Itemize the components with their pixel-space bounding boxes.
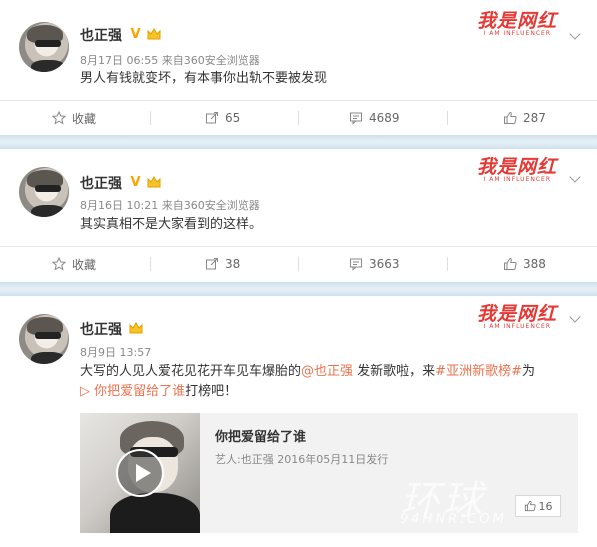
member-crown-icon (147, 176, 161, 188)
repost-icon (206, 112, 218, 124)
post-date[interactable]: 8月9日 13:57 (80, 346, 151, 359)
divider (150, 111, 151, 125)
thumbs-up-icon (504, 257, 517, 270)
favorite-button[interactable]: 收藏 (52, 247, 96, 281)
post-source[interactable]: 360安全浏览器 (184, 199, 260, 212)
post-meta: 8月9日 13:57 (80, 344, 151, 360)
watermark-logo: 我是网红 (476, 303, 557, 325)
post-text-part: 大写的人见人爱花见花开车见车爆胎的 (80, 364, 302, 379)
favorite-label: 收藏 (72, 111, 97, 126)
album-cover[interactable] (80, 413, 200, 533)
comment-count: 4689 (369, 111, 400, 125)
mention-link[interactable]: @也正强 (301, 364, 353, 379)
post-text: 男人有钱就变坏，有本事你出轨不要被发现 (80, 71, 328, 86)
star-icon (52, 111, 66, 125)
like-count: 287 (523, 111, 546, 125)
play-icon[interactable] (116, 449, 164, 497)
avatar[interactable] (19, 314, 69, 364)
verified-badge-icon: V (130, 27, 141, 42)
avatar[interactable] (19, 167, 69, 217)
divider (298, 111, 299, 125)
post-date[interactable]: 8月17日 06:55 (80, 54, 158, 67)
watermark-logo-sub: I AM INFLUENCER (483, 323, 551, 330)
post-text-part: 发新歌啦，来 (353, 364, 436, 379)
post-text-part: 打榜吧！ (185, 384, 238, 399)
post-text: 大写的人见人爱花见花开车见车爆胎的@也正强 发新歌啦，来#亚洲新歌榜#为 ▷ 你… (80, 362, 570, 402)
music-like-count: 16 (538, 499, 553, 513)
watermark-logo-sub: I AM INFLUENCER (483, 30, 551, 37)
repost-count: 65 (225, 111, 241, 125)
member-crown-icon (129, 322, 143, 334)
music-like-button[interactable]: 16 (515, 495, 561, 517)
comment-count: 3663 (369, 257, 400, 271)
hashtag-link[interactable]: #亚洲新歌榜# (435, 364, 522, 379)
watermark-logo-sub: I AM INFLUENCER (483, 176, 551, 183)
favorite-button[interactable]: 收藏 (52, 101, 96, 135)
watermark-logo: 我是网红 (476, 156, 557, 178)
divider (150, 257, 151, 271)
author-name[interactable]: 也正强 (80, 173, 122, 193)
thumbs-up-icon (504, 111, 517, 124)
chevron-down-icon[interactable] (569, 171, 581, 183)
song-title[interactable]: 你把爱留给了谁 (215, 426, 306, 445)
like-button[interactable]: 287 (503, 101, 546, 135)
action-bar: 收藏 65 4689 287 (0, 100, 597, 134)
source-prefix: 来自 (161, 54, 184, 67)
weibo-post-1: 也正强 V 8月17日 06:55 来自360安全浏览器 男人有钱就变坏，有本事… (0, 0, 597, 135)
divider (298, 257, 299, 271)
repost-count: 38 (225, 257, 241, 271)
song-link[interactable]: ▷ 你把爱留给了谁 (80, 384, 185, 399)
chevron-down-icon[interactable] (569, 28, 581, 40)
post-text: 其实真相不是大家看到的这样。 (80, 217, 263, 232)
favorite-label: 收藏 (72, 257, 97, 272)
comment-button[interactable]: 3663 (349, 247, 400, 281)
post-text-part: 为 (521, 364, 535, 379)
like-count: 388 (523, 257, 546, 271)
avatar[interactable] (19, 22, 69, 72)
author-name[interactable]: 也正强 (80, 25, 122, 45)
post-source[interactable]: 360安全浏览器 (184, 54, 260, 67)
repost-icon (206, 258, 218, 270)
site-watermark-url: 94HNR.COM (400, 512, 507, 527)
divider (447, 111, 448, 125)
comment-button[interactable]: 4689 (349, 101, 400, 135)
comment-icon (350, 258, 362, 271)
comment-icon (350, 112, 362, 125)
action-bar: 收藏 38 3663 388 (0, 246, 597, 280)
star-icon (52, 257, 66, 271)
source-prefix: 来自 (161, 199, 184, 212)
post-meta: 8月16日 10:21 来自360安全浏览器 (80, 197, 260, 213)
like-button[interactable]: 388 (503, 247, 546, 281)
repost-button[interactable]: 38 (205, 247, 240, 281)
verified-badge-icon: V (130, 175, 141, 190)
post-separator (0, 135, 597, 149)
divider (447, 257, 448, 271)
post-date[interactable]: 8月16日 10:21 (80, 199, 158, 212)
member-crown-icon (147, 28, 161, 40)
thumbs-up-icon (524, 500, 536, 512)
watermark-logo: 我是网红 (476, 10, 557, 32)
song-artist: 艺人:也正强 2016年05月11日发行 (215, 453, 389, 466)
chevron-down-icon[interactable] (569, 311, 581, 323)
author-name[interactable]: 也正强 (80, 319, 122, 339)
post-separator (0, 282, 597, 296)
repost-button[interactable]: 65 (205, 101, 240, 135)
weibo-post-2: 也正强 V 8月16日 10:21 来自360安全浏览器 其实真相不是大家看到的… (0, 149, 597, 282)
post-meta: 8月17日 06:55 来自360安全浏览器 (80, 52, 260, 68)
